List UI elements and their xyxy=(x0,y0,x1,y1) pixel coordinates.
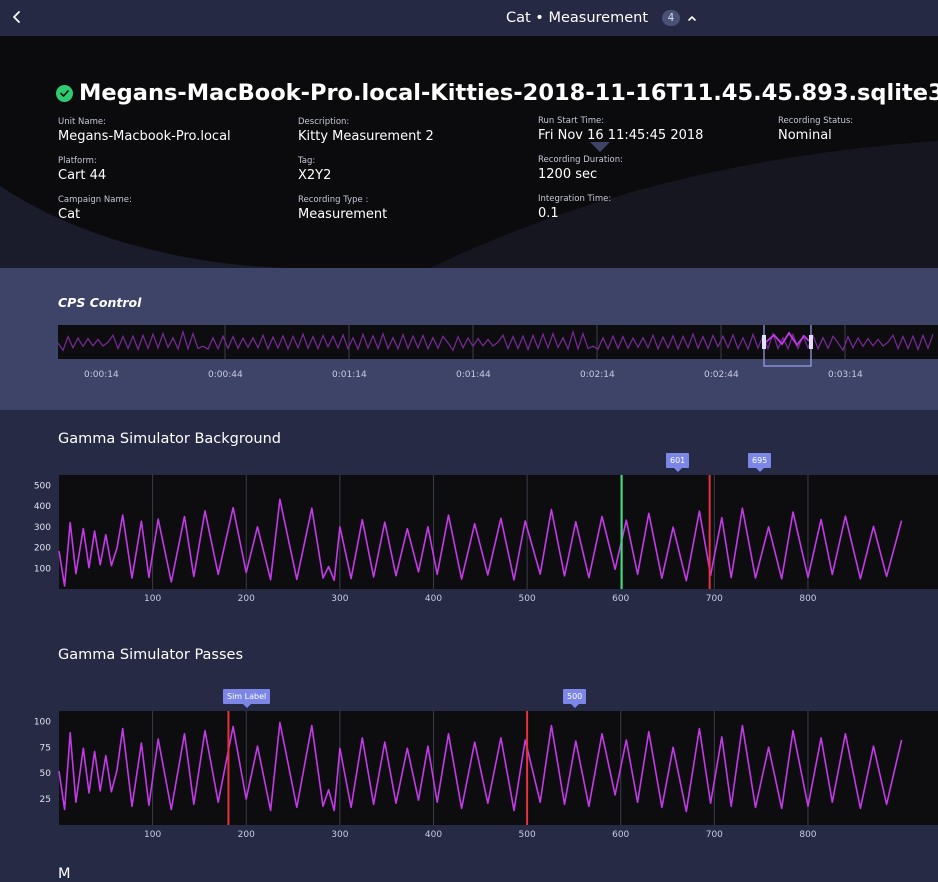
cps-right-handle xyxy=(809,335,813,349)
unit-name-field: Unit Name: Megans-Macbook-Pro.local xyxy=(58,116,231,146)
cps-left-handle xyxy=(762,335,766,349)
status-check-icon xyxy=(56,84,73,102)
file-title: Megans-MacBook-Pro.local-Kitties-2018-11… xyxy=(56,80,938,106)
integration-value: 0.1 xyxy=(538,206,559,221)
marker-tag-601[interactable]: 601 xyxy=(666,453,690,472)
y-tick-label: 300 xyxy=(34,523,51,533)
recording-header: Megans-MacBook-Pro.local-Kitties-2018-11… xyxy=(0,36,938,268)
y-tick-label: 75 xyxy=(40,743,51,753)
campaign-value: Cat xyxy=(58,207,81,222)
integration-field: Integration Time: 0.1 xyxy=(538,193,611,223)
file-name: Megans-MacBook-Pro.local-Kitties-2018-11… xyxy=(79,80,938,106)
marker-tag-695[interactable]: 695 xyxy=(748,453,772,472)
chevron-up-icon[interactable] xyxy=(686,12,698,24)
x-tick-label: 700 xyxy=(706,594,723,604)
campaign-field: Campaign Name: Cat xyxy=(58,194,132,224)
x-tick-label: 400 xyxy=(425,830,442,840)
cps-pointer-caret xyxy=(590,142,610,152)
platform-value: Cart 44 xyxy=(58,168,107,183)
x-tick-label: 200 xyxy=(238,830,255,840)
passes-chart-title: Gamma Simulator Passes xyxy=(58,647,244,663)
unit-name-value: Megans-Macbook-Pro.local xyxy=(58,129,231,144)
cps-tick-label: 0:03:14 xyxy=(828,370,863,380)
tag-value: X2Y2 xyxy=(298,168,332,183)
cps-control-panel: CPS Control 0:00:14 0:00:44 0:01:14 0:01… xyxy=(0,268,938,410)
description-label: Description: xyxy=(298,117,350,127)
count-badge: 4 xyxy=(662,10,681,26)
cps-tick-label: 0:01:14 xyxy=(332,370,367,380)
marker-tag-sim-label[interactable]: Sim Label xyxy=(223,689,271,708)
top-bar: Cat • Measurement 4 xyxy=(0,0,938,36)
y-tick-label: 50 xyxy=(40,769,52,779)
recording-type-label: Recording Type : xyxy=(298,195,369,205)
recording-status-label: Recording Status: xyxy=(778,116,854,126)
marker-tag-500[interactable]: 500 xyxy=(563,689,587,708)
cps-tick-label: 0:02:44 xyxy=(704,370,739,380)
x-tick-label: 800 xyxy=(799,830,816,840)
x-tick-label: 200 xyxy=(238,594,255,604)
recording-status-field: Recording Status: Nominal xyxy=(778,115,853,145)
integration-label: Integration Time: xyxy=(538,194,612,204)
title-group[interactable]: Cat • Measurement 4 xyxy=(506,8,698,28)
run-start-label: Run Start Time: xyxy=(538,116,605,126)
background-chart[interactable]: 100 200 300 400 500 600 700 800 100 200 300 400 500 xyxy=(0,470,938,610)
unit-name-label: Unit Name: xyxy=(58,117,106,127)
campaign-label: Campaign Name: xyxy=(58,195,132,205)
y-tick-label: 400 xyxy=(34,502,51,512)
duration-label: Recording Duration: xyxy=(538,155,623,165)
duration-field: Recording Duration: 1200 sec xyxy=(538,154,623,184)
x-tick-label: 600 xyxy=(612,830,629,840)
y-tick-label: 25 xyxy=(40,795,51,805)
y-tick-label: 100 xyxy=(34,717,51,727)
y-tick-label: 100 xyxy=(34,564,51,574)
cps-control-title: CPS Control xyxy=(58,295,142,310)
recording-type-value: Measurement xyxy=(298,207,388,222)
cps-tick-label: 0:02:14 xyxy=(580,370,615,380)
tag-field: Tag: X2Y2 xyxy=(298,155,331,185)
x-tick-label: 300 xyxy=(331,594,348,604)
y-tick-label: 200 xyxy=(34,544,51,554)
platform-label: Platform: xyxy=(58,156,97,166)
back-button[interactable] xyxy=(8,6,28,28)
duration-value: 1200 sec xyxy=(538,167,598,182)
chevron-left-icon xyxy=(13,11,20,23)
cps-tick-label: 0:00:14 xyxy=(84,370,119,380)
y-tick-label: 500 xyxy=(34,481,51,491)
header-background-swoosh xyxy=(0,36,938,268)
tag-label: Tag: xyxy=(298,156,316,166)
run-start-field: Run Start Time: Fri Nov 16 11:45:45 2018 xyxy=(538,115,703,145)
plot-area xyxy=(59,711,938,825)
passes-chart[interactable]: 100 200 300 400 500 600 700 800 25 50 75 100 xyxy=(0,706,938,846)
x-tick-label: 100 xyxy=(144,594,161,604)
x-tick-label: 700 xyxy=(706,830,723,840)
x-tick-label: 800 xyxy=(799,594,816,604)
description-field: Description: Kitty Measurement 2 xyxy=(298,116,434,146)
platform-field: Platform: Cart 44 xyxy=(58,155,106,185)
x-tick-label: 400 xyxy=(425,594,442,604)
x-tick-label: 600 xyxy=(612,594,629,604)
cps-tick-label: 0:01:44 xyxy=(456,370,491,380)
next-chart-title: M xyxy=(58,866,71,882)
x-tick-label: 300 xyxy=(331,830,348,840)
x-tick-label: 500 xyxy=(519,594,536,604)
recording-status-value: Nominal xyxy=(778,128,832,143)
background-chart-title: Gamma Simulator Background xyxy=(58,431,281,447)
cps-overview-strip[interactable] xyxy=(58,325,938,375)
run-start-value: Fri Nov 16 11:45:45 2018 xyxy=(538,128,704,143)
x-tick-label: 100 xyxy=(144,830,161,840)
x-tick-label: 500 xyxy=(519,830,536,840)
description-value: Kitty Measurement 2 xyxy=(298,129,434,144)
cps-tick-label: 0:00:44 xyxy=(208,370,243,380)
recording-type-field: Recording Type : Measurement xyxy=(298,194,387,224)
page-title: Cat • Measurement xyxy=(506,10,649,26)
